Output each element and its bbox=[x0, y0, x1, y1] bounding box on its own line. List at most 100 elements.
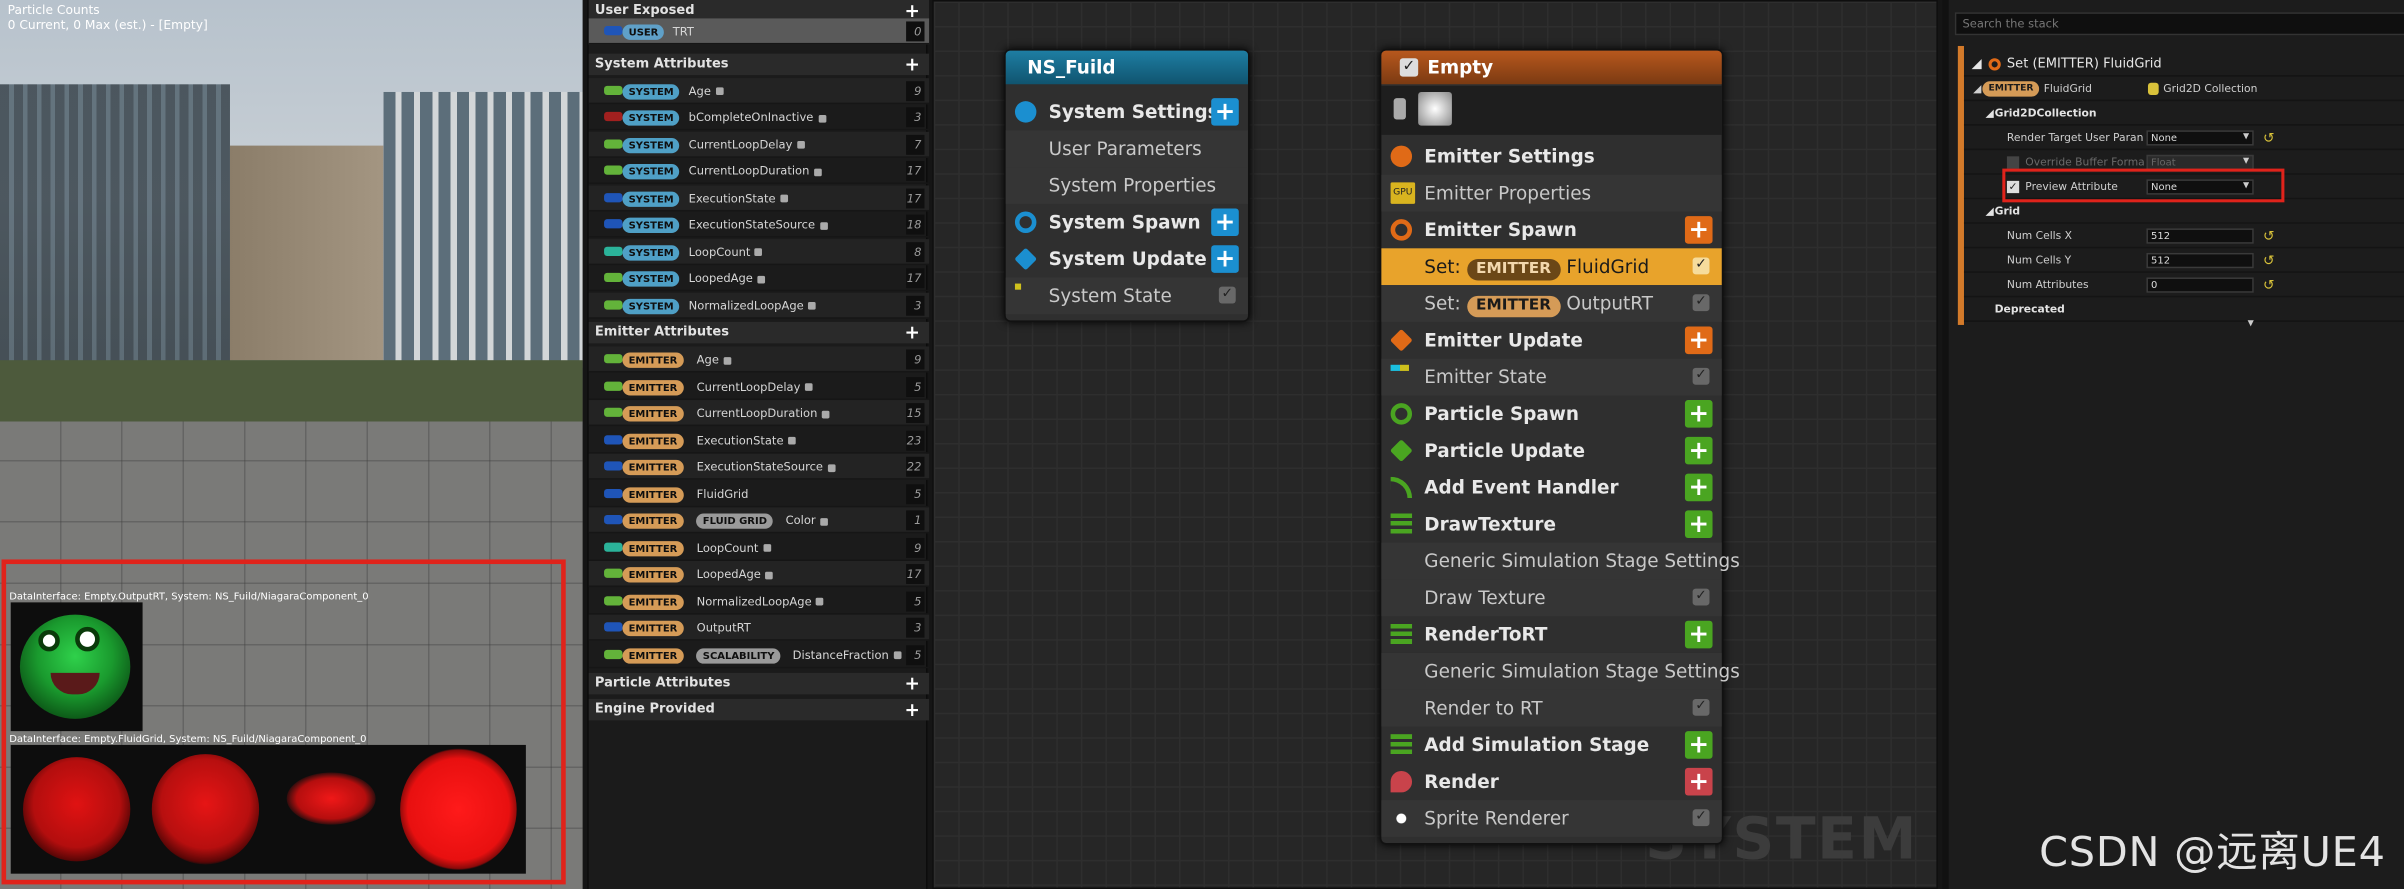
particle-attributes-section[interactable]: Particle Attributes + bbox=[588, 672, 930, 695]
param-row-system[interactable]: SYSTEM LoopCount 8 bbox=[588, 238, 930, 265]
sprite-renderer-checkbox[interactable]: ✓ bbox=[1692, 809, 1710, 827]
system-node[interactable]: NS_Fuild System Settings + User Paramete… bbox=[1004, 49, 1250, 322]
rendertort-add-button[interactable]: + bbox=[1684, 621, 1713, 649]
num-cells-y-input[interactable]: 512 bbox=[2146, 252, 2254, 269]
preview-viewport[interactable]: Particle Counts 0 Current, 0 Max (est.) … bbox=[0, 0, 583, 889]
param-row-emitter[interactable]: EMITTER CurrentLoopDuration 15 bbox=[588, 400, 930, 427]
system-settings-row[interactable]: System Settings + bbox=[1006, 93, 1248, 130]
user-parameters-row[interactable]: User Parameters bbox=[1005, 130, 1248, 168]
system-spawn-row[interactable]: System Spawn + bbox=[1006, 204, 1248, 241]
system-attributes-section-add-button[interactable]: + bbox=[904, 53, 919, 74]
draw-texture-checkbox[interactable]: ✓ bbox=[1692, 588, 1710, 606]
num-cells-y-row[interactable]: Num Cells Y 512 ↺ bbox=[1963, 248, 2404, 275]
system-update-row[interactable]: System Update + bbox=[1006, 241, 1248, 278]
drawtexture-add-button[interactable]: + bbox=[1684, 510, 1713, 538]
param-row-emitter[interactable]: EMITTER SCALABILITY DistanceFraction 5 bbox=[588, 641, 930, 668]
param-row-user-trt[interactable]: USER TRT 0 bbox=[588, 18, 930, 45]
system-properties-row[interactable]: System Properties bbox=[1005, 167, 1248, 204]
collapse-arrow-icon[interactable]: ◢ bbox=[1973, 77, 1981, 102]
param-row-emitter[interactable]: EMITTER NormalizedLoopAge 5 bbox=[588, 588, 930, 614]
particle-update-row[interactable]: Particle Update + bbox=[1381, 432, 1721, 469]
system-node-title[interactable]: NS_Fuild bbox=[1005, 50, 1248, 85]
emitter-enabled-checkbox[interactable]: ✓ bbox=[1399, 58, 1419, 77]
system-update-add-button[interactable]: + bbox=[1211, 245, 1239, 273]
drawtexture-row[interactable]: DrawTexture + bbox=[1381, 506, 1721, 543]
emitter-properties-row[interactable]: GPU Emitter Properties bbox=[1381, 174, 1722, 212]
reset-arrow-icon[interactable]: ↺ bbox=[2263, 250, 2275, 275]
num-attributes-input[interactable]: 0 bbox=[2146, 277, 2254, 293]
param-row-system[interactable]: SYSTEM NormalizedLoopAge 3 bbox=[588, 291, 930, 319]
rendertort-row[interactable]: RenderToRT + bbox=[1381, 616, 1721, 653]
param-row-system[interactable]: SYSTEM CurrentLoopDuration 17 bbox=[588, 158, 930, 184]
reset-arrow-icon[interactable]: ↺ bbox=[2263, 274, 2275, 299]
set-fluidgrid-checkbox[interactable]: ✓ bbox=[1692, 257, 1710, 275]
deprecated-category[interactable]: Deprecated bbox=[1963, 297, 2404, 322]
add-simulation-stage-button[interactable]: + bbox=[1684, 731, 1713, 759]
set-fluidgrid-row[interactable]: Set: EMITTER FluidGrid ✓ bbox=[1381, 248, 1722, 286]
render-target-row[interactable]: Render Target User Paran None ↺ bbox=[1963, 126, 2404, 152]
param-row-emitter[interactable]: EMITTER OutputRT 3 bbox=[588, 614, 930, 641]
param-row-emitter[interactable]: EMITTER LoopCount 9 bbox=[588, 534, 930, 561]
num-cells-x-row[interactable]: Num Cells X 512 ↺ bbox=[1963, 224, 2404, 250]
num-attributes-row[interactable]: Num Attributes 0 ↺ bbox=[1963, 273, 2404, 299]
render-add-button[interactable]: + bbox=[1684, 768, 1713, 796]
emitter-state-row[interactable]: Emitter State ✓ bbox=[1381, 358, 1722, 396]
param-row-emitter[interactable]: EMITTER FluidGrid 5 bbox=[588, 481, 930, 507]
generic-sim-settings-1-row[interactable]: Generic Simulation Stage Settings bbox=[1381, 542, 1740, 580]
particle-attributes-section-add-button[interactable]: + bbox=[904, 673, 919, 694]
param-row-emitter[interactable]: EMITTER Age 9 bbox=[588, 346, 930, 373]
param-row-emitter[interactable]: EMITTER CurrentLoopDelay 5 bbox=[588, 373, 930, 400]
expand-more-icon[interactable]: ▾ bbox=[2248, 316, 2254, 330]
particle-update-add-button[interactable]: + bbox=[1684, 437, 1713, 465]
param-row-emitter[interactable]: EMITTER ExecutionState 23 bbox=[588, 427, 930, 453]
engine-provided-section[interactable]: Engine Provided + bbox=[588, 698, 930, 721]
collapse-arrow-icon[interactable]: ◢ bbox=[1985, 101, 1993, 126]
reset-arrow-icon[interactable]: ↺ bbox=[2263, 225, 2275, 250]
param-row-emitter[interactable]: EMITTER LoopedAge 17 bbox=[588, 560, 930, 588]
details-header[interactable]: ◢ Set (EMITTER) FluidGrid bbox=[1963, 52, 2404, 77]
add-event-handler-row[interactable]: Add Event Handler + bbox=[1381, 469, 1721, 506]
generic-sim-settings-2-row[interactable]: Generic Simulation Stage Settings bbox=[1381, 652, 1740, 690]
system-overview-graph[interactable]: SYSTEM NS_Fuild System Settings + User P… bbox=[932, 0, 1938, 889]
particle-spawn-row[interactable]: Particle Spawn + bbox=[1381, 395, 1721, 432]
variable-row[interactable]: ◢ EMITTER FluidGrid Grid2D Collection bbox=[1963, 77, 2404, 102]
param-row-system[interactable]: SYSTEM ExecutionState 17 bbox=[588, 184, 930, 211]
emitter-thumbnail[interactable] bbox=[1418, 91, 1452, 126]
pin-icon[interactable] bbox=[1393, 98, 1406, 120]
collapse-arrow-icon[interactable]: ◢ bbox=[1985, 199, 1993, 224]
add-simulation-stage-row[interactable]: Add Simulation Stage + bbox=[1381, 727, 1721, 764]
reset-arrow-icon[interactable]: ↺ bbox=[2263, 127, 2275, 152]
system-attributes-section[interactable]: System Attributes + bbox=[588, 52, 930, 75]
param-row-system[interactable]: SYSTEM CurrentLoopDelay 7 bbox=[588, 131, 930, 158]
system-spawn-add-button[interactable]: + bbox=[1211, 208, 1239, 237]
param-row-emitter[interactable]: EMITTER FLUID GRID Color 1 bbox=[588, 507, 930, 534]
override-checkbox[interactable] bbox=[2006, 156, 2020, 169]
param-row-system[interactable]: SYSTEM Age 9 bbox=[588, 77, 930, 104]
system-state-row[interactable]: System State ✓ bbox=[1005, 277, 1248, 315]
add-event-handler-button[interactable]: + bbox=[1684, 474, 1713, 502]
set-outputrt-row[interactable]: Set: EMITTER OutputRT ✓ bbox=[1381, 285, 1722, 322]
system-settings-add-button[interactable]: + bbox=[1211, 98, 1239, 126]
emitter-attributes-section-add-button[interactable]: + bbox=[904, 322, 919, 343]
system-state-checkbox[interactable]: ✓ bbox=[1218, 286, 1236, 304]
emitter-spawn-add-button[interactable]: + bbox=[1684, 216, 1713, 244]
emitter-update-row[interactable]: Emitter Update + bbox=[1381, 322, 1721, 359]
render-row[interactable]: Render + bbox=[1381, 763, 1721, 800]
draw-texture-module-row[interactable]: Draw Texture ✓ bbox=[1381, 579, 1722, 617]
emitter-settings-row[interactable]: Emitter Settings bbox=[1381, 138, 1721, 175]
param-row-emitter[interactable]: EMITTER ExecutionStateSource 22 bbox=[588, 453, 930, 480]
collapse-arrow-icon[interactable]: ◢ bbox=[1972, 52, 1982, 77]
grid-category[interactable]: ◢ Grid bbox=[1963, 199, 2404, 224]
particle-spawn-add-button[interactable]: + bbox=[1684, 400, 1713, 428]
emitter-spawn-row[interactable]: Emitter Spawn + bbox=[1381, 212, 1721, 249]
render-to-rt-checkbox[interactable]: ✓ bbox=[1692, 698, 1710, 716]
emitter-attributes-section[interactable]: Emitter Attributes + bbox=[588, 321, 930, 344]
param-row-system[interactable]: SYSTEM LoopedAge 17 bbox=[588, 265, 930, 292]
stack-search-input[interactable]: Search the stack bbox=[1954, 12, 2404, 36]
emitter-node[interactable]: Empty ✓ Emitter Settings GPU Emitter Prop… bbox=[1379, 49, 1740, 845]
param-row-system[interactable]: SYSTEM ExecutionStateSource 18 bbox=[588, 212, 930, 238]
render-target-dropdown[interactable]: None bbox=[2146, 130, 2254, 146]
sprite-renderer-row[interactable]: Sprite Renderer ✓ bbox=[1381, 800, 1722, 837]
render-to-rt-module-row[interactable]: Render to RT ✓ bbox=[1381, 689, 1722, 727]
set-outputrt-checkbox[interactable]: ✓ bbox=[1692, 294, 1710, 312]
